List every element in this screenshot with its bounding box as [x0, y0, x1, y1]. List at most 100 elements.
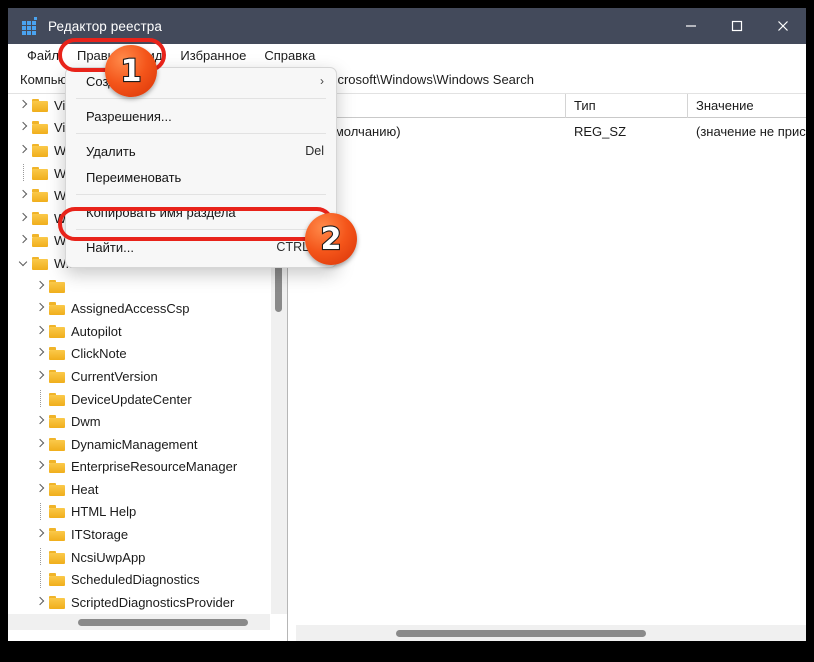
tree-item-label: Heat — [71, 481, 99, 497]
tree-item[interactable]: DeviceUpdateCenter — [8, 388, 270, 411]
folder-icon — [49, 279, 65, 293]
tree-item-label: NcsiUwpApp — [71, 549, 146, 565]
values-column-headers: Имя Тип Значение — [296, 93, 806, 118]
folder-icon — [32, 256, 48, 270]
tree-item[interactable]: ITStorage — [8, 523, 270, 546]
chevron-right-icon[interactable] — [31, 282, 49, 291]
value-row[interactable]: (По умолчанию)REG_SZ(значение не присвое… — [296, 120, 806, 142]
tree-item[interactable]: ScriptedDiagnosticsProvider — [8, 591, 270, 614]
chevron-right-icon[interactable] — [31, 304, 49, 313]
registry-icon — [22, 17, 38, 35]
tree-item[interactable]: CurrentVersion — [8, 365, 270, 388]
folder-icon — [32, 166, 48, 180]
tree-horizontal-scroll-thumb[interactable] — [78, 619, 248, 626]
callout-badge-2-text: 2 — [319, 220, 342, 257]
menuitem-find-next[interactable]: Найти далееF3 — [66, 260, 336, 268]
folder-icon — [49, 482, 65, 496]
tree-item[interactable]: ScheduledDiagnostics — [8, 568, 270, 591]
tree-item[interactable]: EnterpriseResourceManager — [8, 456, 270, 479]
menuitem-delete[interactable]: Удалить Del — [66, 138, 336, 164]
folder-icon — [49, 324, 65, 338]
folder-icon — [49, 302, 65, 316]
folder-icon — [49, 528, 65, 542]
folder-icon — [49, 550, 65, 564]
edit-menu-dropdown[interactable]: Создать›Разрешения...УдалитьDelПереимено… — [65, 67, 337, 268]
chevron-right-icon[interactable] — [31, 462, 49, 471]
tree-item[interactable]: Dwm — [8, 410, 270, 433]
chevron-right-icon[interactable] — [14, 214, 32, 223]
tree-item-label: ScheduledDiagnostics — [71, 572, 200, 588]
tree-item[interactable]: ClickNote — [8, 343, 270, 366]
tree-line-icon — [14, 164, 32, 183]
folder-icon — [32, 211, 48, 225]
menuitem-rename[interactable]: Переименовать — [66, 164, 336, 190]
chevron-right-icon[interactable] — [31, 440, 49, 449]
folder-icon — [49, 595, 65, 609]
tree-item[interactable]: NcsiUwpApp — [8, 546, 270, 569]
column-header-type[interactable]: Тип — [566, 93, 688, 118]
folder-icon — [32, 189, 48, 203]
minimize-icon[interactable] — [668, 8, 714, 44]
tree-item-label: HTML Help — [71, 504, 137, 520]
menuitem-permissions[interactable]: Разрешения... — [66, 103, 336, 129]
folder-icon — [49, 369, 65, 383]
window-controls — [668, 8, 806, 44]
chevron-right-icon[interactable] — [31, 417, 49, 426]
chevron-down-icon[interactable] — [14, 259, 32, 268]
column-header-value[interactable]: Значение — [688, 94, 806, 118]
tree-item-label: ClickNote — [71, 346, 127, 362]
menu-favorites[interactable]: Избранное — [171, 46, 255, 65]
tree-item-label: EnterpriseResourceManager — [71, 459, 238, 475]
menu-separator — [76, 194, 326, 195]
menu-help[interactable]: Справка — [255, 46, 324, 65]
tree-item-label: ITStorage — [71, 527, 129, 543]
chevron-right-icon[interactable] — [31, 485, 49, 494]
folder-icon — [49, 392, 65, 406]
callout-badge-1-text: 1 — [119, 52, 142, 89]
tree-item[interactable]: Heat — [8, 478, 270, 501]
tree-item-label: Dwm — [71, 414, 101, 430]
tree-item[interactable]: AssignedAccessCsp — [8, 297, 270, 320]
menu-separator — [76, 98, 326, 99]
title-bar: Редактор реестра — [8, 8, 806, 44]
chevron-right-icon[interactable] — [14, 191, 32, 200]
chevron-right-icon[interactable] — [31, 598, 49, 607]
chevron-right-icon[interactable] — [31, 349, 49, 358]
value-cell-value: (значение не присвоено) — [696, 123, 806, 139]
tree-item[interactable]: DynamicManagement — [8, 433, 270, 456]
chevron-right-icon[interactable] — [31, 327, 49, 336]
chevron-right-icon[interactable] — [31, 372, 49, 381]
tree-item[interactable] — [8, 275, 270, 298]
tree-horizontal-scrollbar[interactable] — [8, 614, 270, 630]
chevron-right-icon[interactable] — [14, 101, 32, 110]
values-horizontal-scroll-thumb[interactable] — [396, 630, 646, 637]
chevron-right-icon[interactable] — [14, 236, 32, 245]
tree-item[interactable]: Autopilot — [8, 320, 270, 343]
value-cell-type: REG_SZ — [574, 123, 627, 139]
chevron-right-icon[interactable] — [14, 146, 32, 155]
tree-item-label: Autopilot — [71, 323, 122, 339]
menu-file[interactable]: Файл — [18, 46, 68, 65]
folder-icon — [49, 505, 65, 519]
values-horizontal-scrollbar[interactable] — [296, 625, 806, 641]
close-icon[interactable] — [760, 8, 806, 44]
menu-separator — [76, 133, 326, 134]
tree-item[interactable]: HTML Help — [8, 501, 270, 524]
tree-line-icon — [31, 502, 49, 521]
menu-item-label: Найти... — [86, 239, 134, 255]
menu-item-label: Переименовать — [86, 169, 182, 185]
menu-separator — [76, 229, 326, 230]
menuitem-find[interactable]: Найти... CTRL+F — [66, 234, 336, 260]
tree-item-label: CurrentVersion — [71, 368, 158, 384]
chevron-right-icon[interactable] — [31, 530, 49, 539]
chevron-right-icon[interactable] — [14, 123, 32, 132]
menu-item-shortcut: F3 — [309, 266, 324, 267]
maximize-icon[interactable] — [714, 8, 760, 44]
tree-line-icon — [31, 570, 49, 589]
tree-item-label: ScriptedDiagnosticsProvider — [71, 594, 235, 610]
folder-icon — [49, 437, 65, 451]
menu-item-label: Найти далее — [86, 266, 309, 268]
menuitem-copy-key-name[interactable]: Копировать имя раздела — [66, 199, 336, 225]
chevron-right-icon: › — [320, 74, 324, 88]
folder-icon — [49, 347, 65, 361]
